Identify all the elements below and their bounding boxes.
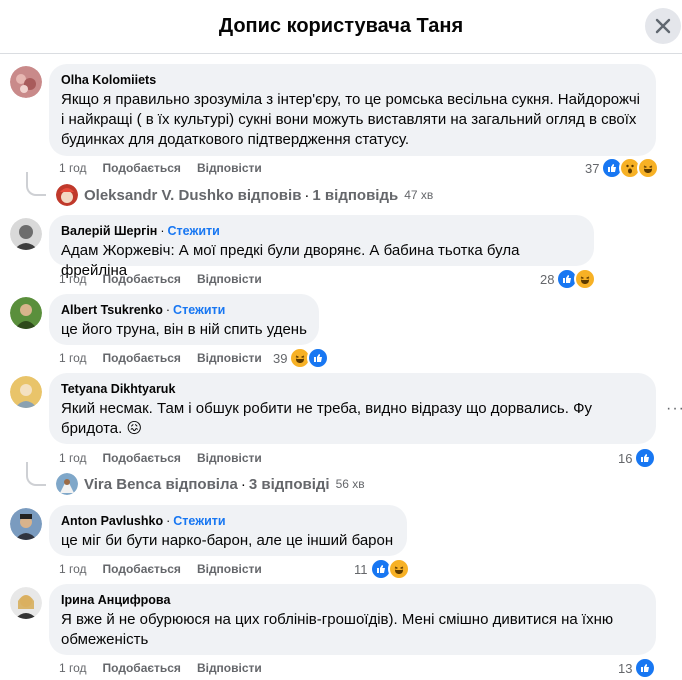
like-icon bbox=[307, 347, 330, 369]
comment-bubble: Anton Pavlushko · Стежити це міг би бути н… bbox=[49, 505, 407, 556]
like-button[interactable]: Подобається bbox=[103, 161, 181, 175]
thread-line bbox=[26, 462, 46, 486]
comment-text: це міг би бути нарко-барон, але це інший… bbox=[61, 532, 394, 549]
reaction-summary[interactable]: 16 bbox=[618, 447, 657, 469]
comment-time[interactable]: 1 год bbox=[59, 661, 87, 675]
follow-button[interactable]: Стежити bbox=[168, 224, 220, 238]
like-button[interactable]: Подобається bbox=[103, 272, 181, 286]
reply-button[interactable]: Відповісти bbox=[197, 562, 262, 576]
more-options-icon[interactable]: ··· bbox=[666, 400, 682, 418]
like-button[interactable]: Подобається bbox=[103, 661, 181, 675]
comment-author[interactable]: Olha Kolomiiets bbox=[61, 73, 156, 87]
reply-time: 47 хв bbox=[404, 188, 434, 202]
avatar[interactable] bbox=[10, 587, 42, 619]
haha-icon bbox=[637, 157, 660, 179]
like-icon bbox=[634, 447, 657, 469]
like-button[interactable]: Подобається bbox=[103, 562, 181, 576]
comment-bubble: Ірина Анцифрова Я вже й не обурююся на ц… bbox=[49, 584, 656, 655]
reply-button[interactable]: Відповісти bbox=[197, 161, 262, 175]
comment-actions: 1 год Подобається Відповісти bbox=[59, 272, 262, 286]
comment-author[interactable]: Albert Tsukrenko bbox=[61, 303, 163, 317]
view-replies[interactable]: Vira Benca відповіла · 3 відповіді 56 хв bbox=[56, 473, 365, 495]
reply-button[interactable]: Відповісти bbox=[197, 661, 262, 675]
reaction-count: 11 bbox=[354, 561, 368, 577]
comment-time[interactable]: 1 год bbox=[59, 562, 87, 576]
avatar bbox=[56, 473, 78, 495]
reaction-count: 39 bbox=[273, 350, 288, 366]
close-icon bbox=[655, 18, 671, 34]
reaction-summary[interactable]: 39 bbox=[273, 347, 330, 369]
follow-button[interactable]: Стежити bbox=[173, 514, 225, 528]
comment-bubble: Tetyana Dikhtyaruk Який несмак. Там і об… bbox=[49, 373, 656, 444]
avatar[interactable] bbox=[10, 66, 42, 98]
haha-icon bbox=[387, 558, 410, 580]
reaction-summary[interactable]: 28 bbox=[540, 268, 597, 290]
avatar[interactable] bbox=[10, 297, 42, 329]
comment-actions: 1 год Подобається Відповісти bbox=[59, 161, 262, 175]
reaction-summary[interactable]: 13 bbox=[618, 657, 657, 679]
comment-author[interactable]: Валерій Шергін bbox=[61, 224, 157, 238]
comment-actions: 1 год Подобається Відповісти bbox=[59, 661, 262, 675]
avatar[interactable] bbox=[10, 508, 42, 540]
reaction-count: 13 bbox=[618, 660, 633, 676]
comment-bubble: Валерій Шергін · Стежити Адам Жоржевіч: А … bbox=[49, 215, 594, 279]
avatar[interactable] bbox=[10, 376, 42, 408]
reply-count: 3 відповіді bbox=[248, 475, 330, 493]
comment-text: Якщо я правильно зрозуміла з інтер'єру, … bbox=[61, 91, 640, 148]
haha-icon bbox=[574, 268, 597, 290]
reply-author: Oleksandr V. Dushko відповів bbox=[84, 186, 302, 204]
comment-time[interactable]: 1 год bbox=[59, 451, 87, 465]
like-button[interactable]: Подобається bbox=[103, 451, 181, 465]
reply-count: 1 відповідь bbox=[312, 186, 399, 204]
thread-line bbox=[26, 172, 46, 196]
comment-time[interactable]: 1 год bbox=[59, 351, 87, 365]
comment-text: Я вже й не обурююся на цих гоблінів-грош… bbox=[61, 611, 614, 648]
comment-bubble: Albert Tsukrenko · Стежити це його труна, … bbox=[49, 294, 319, 345]
reaction-count: 16 bbox=[618, 450, 633, 466]
reply-button[interactable]: Відповісти bbox=[197, 351, 262, 365]
comment-author[interactable]: Anton Pavlushko bbox=[61, 514, 163, 528]
reaction-count: 28 bbox=[540, 271, 555, 287]
like-button[interactable]: Подобається bbox=[103, 351, 181, 365]
comment-time[interactable]: 1 год bbox=[59, 272, 87, 286]
comment-time[interactable]: 1 год bbox=[59, 161, 87, 175]
comment-author[interactable]: Ірина Анцифрова bbox=[61, 593, 170, 607]
comment-author[interactable]: Tetyana Dikhtyaruk bbox=[61, 382, 175, 396]
close-button[interactable] bbox=[645, 8, 681, 44]
comment-text: Який несмак. Там і обшук робити не треба… bbox=[61, 400, 592, 437]
reply-button[interactable]: Відповісти bbox=[197, 272, 262, 286]
dialog-title: Допис користувача Таня bbox=[218, 15, 464, 37]
like-icon bbox=[634, 657, 657, 679]
reply-button[interactable]: Відповісти bbox=[197, 451, 262, 465]
dialog-header: Допис користувача Таня bbox=[0, 0, 682, 54]
reaction-summary[interactable]: 37 bbox=[585, 157, 660, 179]
reaction-count: 37 bbox=[585, 160, 600, 176]
reply-time: 56 хв bbox=[335, 477, 365, 491]
comment-bubble: Olha Kolomiiets Якщо я правильно зрозумі… bbox=[49, 64, 656, 156]
reply-author: Vira Benca відповіла bbox=[84, 475, 238, 493]
reaction-summary[interactable]: 11 bbox=[354, 558, 410, 580]
comment-actions: 1 год Подобається Відповісти bbox=[59, 562, 262, 576]
comment-text: це його труна, він в ній спить удень bbox=[61, 321, 307, 338]
comment-actions: 1 год Подобається Відповісти bbox=[59, 451, 262, 465]
view-replies[interactable]: Oleksandr V. Dushko відповів · 1 відпові… bbox=[56, 184, 433, 206]
avatar[interactable] bbox=[10, 218, 42, 250]
comment-actions: 1 год Подобається Відповісти bbox=[59, 351, 262, 365]
follow-button[interactable]: Стежити bbox=[173, 303, 225, 317]
avatar bbox=[56, 184, 78, 206]
